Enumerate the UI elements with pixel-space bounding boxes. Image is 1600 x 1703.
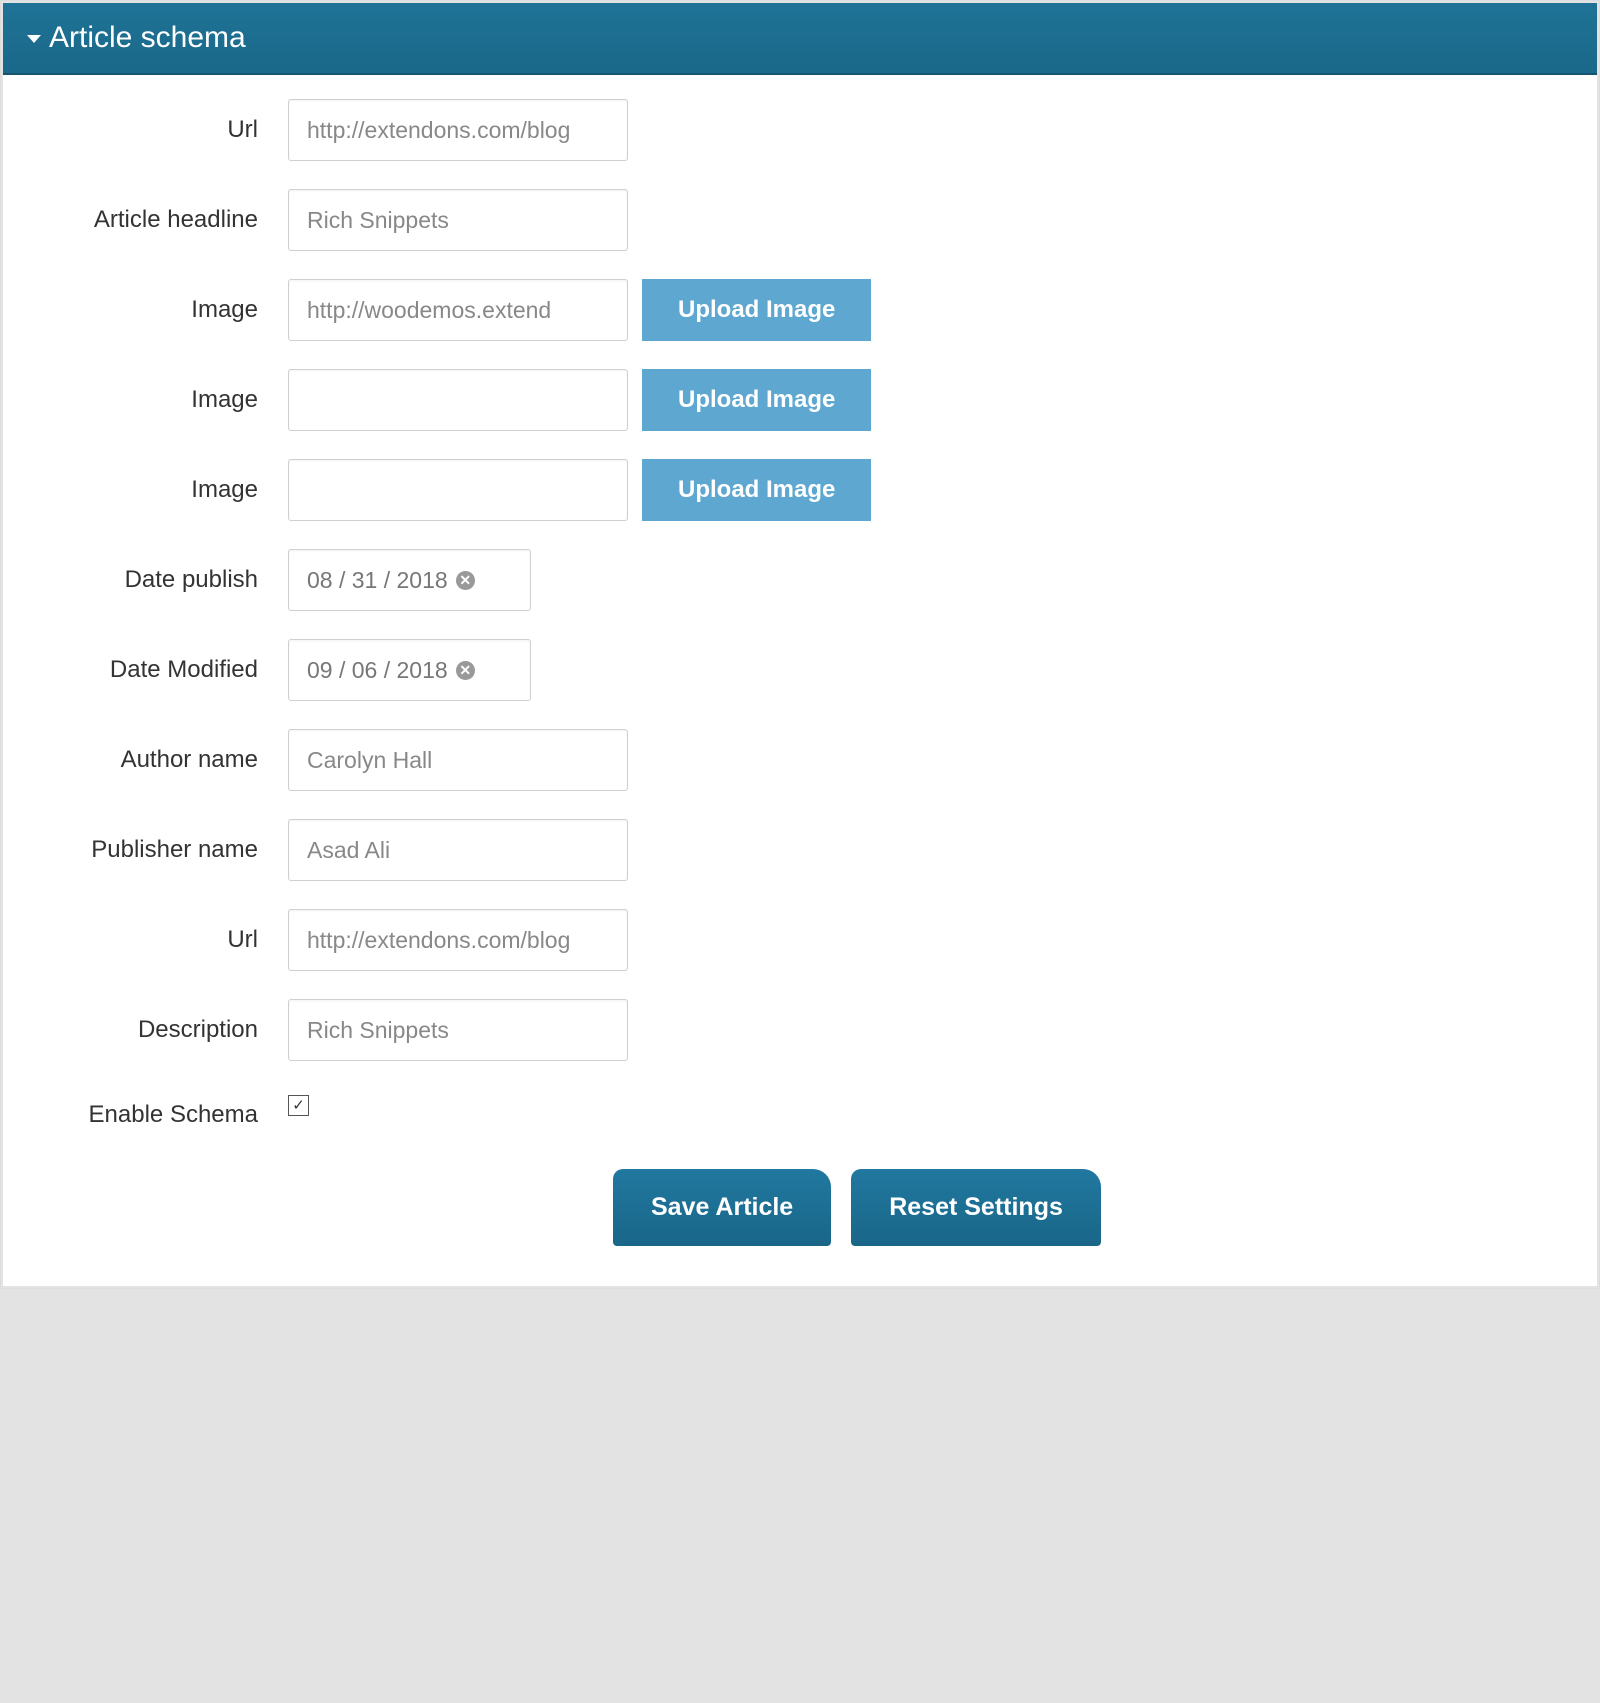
article-schema-panel: Article schema Url Article headline Imag…: [3, 3, 1597, 1286]
url-label: Url: [53, 116, 288, 144]
image3-label: Image: [53, 476, 288, 504]
image1-input[interactable]: [288, 279, 628, 341]
panel-header-toggle[interactable]: Article schema: [3, 3, 1597, 75]
image2-upload-button[interactable]: Upload Image: [642, 369, 871, 431]
headline-input[interactable]: [288, 189, 628, 251]
date-modified-clear-icon[interactable]: ✕: [456, 661, 475, 680]
reset-settings-button[interactable]: Reset Settings: [851, 1169, 1101, 1246]
check-icon: ✓: [292, 1098, 305, 1113]
publisher-name-input[interactable]: [288, 819, 628, 881]
url-input[interactable]: [288, 99, 628, 161]
description-input[interactable]: [288, 999, 628, 1061]
date-publish-clear-icon[interactable]: ✕: [456, 571, 475, 590]
date-modified-value: 09 / 06 / 2018: [307, 657, 448, 684]
image1-label: Image: [53, 296, 288, 324]
image2-input[interactable]: [288, 369, 628, 431]
date-publish-input[interactable]: 08 / 31 / 2018 ✕: [288, 549, 531, 611]
date-publish-value: 08 / 31 / 2018: [307, 567, 448, 594]
author-name-input[interactable]: [288, 729, 628, 791]
publisher-name-label: Publisher name: [53, 836, 288, 864]
description-label: Description: [53, 1016, 288, 1044]
date-modified-input[interactable]: 09 / 06 / 2018 ✕: [288, 639, 531, 701]
chevron-down-icon: [27, 35, 41, 43]
image2-label: Image: [53, 386, 288, 414]
panel-body: Url Article headline Image Upload Image …: [33, 75, 1567, 1286]
author-name-label: Author name: [53, 746, 288, 774]
date-publish-label: Date publish: [53, 566, 288, 594]
date-modified-label: Date Modified: [53, 656, 288, 684]
save-article-button[interactable]: Save Article: [613, 1169, 831, 1246]
panel-title: Article schema: [49, 21, 246, 54]
enable-schema-checkbox[interactable]: ✓: [288, 1095, 309, 1116]
image3-upload-button[interactable]: Upload Image: [642, 459, 871, 521]
enable-schema-label: Enable Schema: [53, 1089, 288, 1129]
url2-label: Url: [53, 926, 288, 954]
image3-input[interactable]: [288, 459, 628, 521]
headline-label: Article headline: [53, 206, 288, 234]
url2-input[interactable]: [288, 909, 628, 971]
image1-upload-button[interactable]: Upload Image: [642, 279, 871, 341]
